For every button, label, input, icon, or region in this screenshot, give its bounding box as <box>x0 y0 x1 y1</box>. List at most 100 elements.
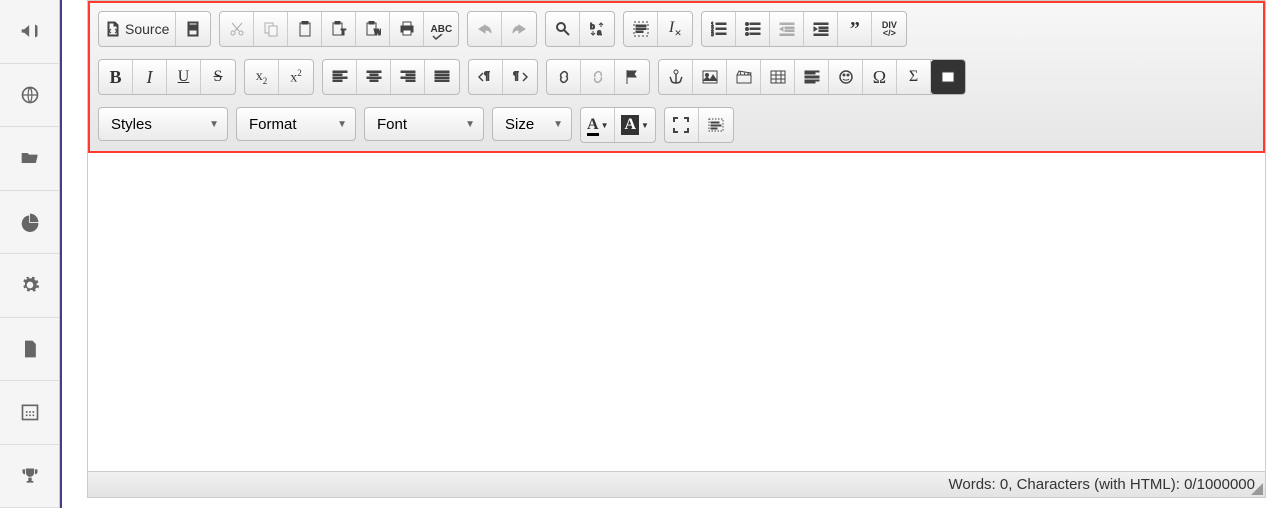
size-dropdown[interactable]: Size▼ <box>492 107 572 141</box>
paste-text-button[interactable]: T <box>322 12 356 46</box>
svg-text:¶: ¶ <box>513 70 519 82</box>
replace-button[interactable]: ba <box>580 12 614 46</box>
bg-color-button[interactable]: A▼ <box>615 108 654 142</box>
bold-button[interactable]: B <box>99 60 133 94</box>
trophy-icon <box>20 466 40 486</box>
omega-icon: Ω <box>873 67 886 88</box>
search-icon <box>555 21 571 37</box>
font-dropdown[interactable]: Font▼ <box>364 107 484 141</box>
anchor-button[interactable] <box>615 60 649 94</box>
show-blocks-button[interactable] <box>699 108 733 142</box>
paste-word-button[interactable]: W <box>356 12 390 46</box>
paste-word-icon: W <box>365 21 381 37</box>
rtl-button[interactable]: ¶ <box>503 60 537 94</box>
paste-button[interactable] <box>288 12 322 46</box>
copy-icon <box>263 21 279 37</box>
indent-button[interactable] <box>804 12 838 46</box>
blockquote-button[interactable]: ” <box>838 12 872 46</box>
special-char-button[interactable]: Ω <box>863 60 897 94</box>
anchor-icon <box>668 69 684 85</box>
find-button[interactable] <box>546 12 580 46</box>
smiley-button[interactable] <box>829 60 863 94</box>
table-button[interactable] <box>761 60 795 94</box>
print-button[interactable] <box>390 12 424 46</box>
unlink-button[interactable] <box>581 60 615 94</box>
sidebar-item-chart[interactable] <box>0 191 59 255</box>
unlink-icon <box>590 69 606 85</box>
div-container-button[interactable]: DIV</> <box>872 12 906 46</box>
superscript-button[interactable]: x2 <box>279 60 313 94</box>
svg-text:¶: ¶ <box>484 70 490 82</box>
sidebar-item-document[interactable] <box>0 318 59 382</box>
styles-dropdown[interactable]: Styles▼ <box>98 107 228 141</box>
text-color-button[interactable]: A▼ <box>581 108 615 142</box>
subscript-button[interactable]: x2 <box>245 60 279 94</box>
numbered-list-button[interactable]: 123 <box>702 12 736 46</box>
video-button[interactable] <box>727 60 761 94</box>
align-justify-button[interactable] <box>425 60 459 94</box>
paste-text-icon: T <box>331 21 347 37</box>
link-icon <box>556 69 572 85</box>
editor-content[interactable] <box>88 153 1265 471</box>
text-color-icon: A <box>587 116 599 134</box>
math-button[interactable]: Σ <box>897 60 931 94</box>
bg-color-icon: A <box>621 115 639 135</box>
sidebar-item-announce[interactable] <box>0 0 59 64</box>
new-page-button[interactable] <box>176 12 210 46</box>
cut-icon <box>229 21 245 37</box>
ul-icon <box>745 21 761 37</box>
ltr-icon: ¶ <box>478 69 494 85</box>
sidebar-item-trophy[interactable] <box>0 445 59 508</box>
link-button[interactable] <box>547 60 581 94</box>
hr-button[interactable] <box>795 60 829 94</box>
undo-button[interactable] <box>468 12 502 46</box>
cut-button[interactable] <box>220 12 254 46</box>
bullet-list-button[interactable] <box>736 12 770 46</box>
main-area: Source T W ABC ba I <box>60 0 1281 508</box>
maximize-button[interactable] <box>665 108 699 142</box>
div-icon: DIV</> <box>882 21 897 37</box>
editor: Source T W ABC ba I <box>87 0 1266 498</box>
source-button[interactable]: Source <box>99 12 176 46</box>
ltr-button[interactable]: ¶ <box>469 60 503 94</box>
svg-text:T: T <box>341 28 346 37</box>
spellcheck-icon: ABC <box>431 24 453 35</box>
select-all-button[interactable] <box>624 12 658 46</box>
image-icon <box>702 69 718 85</box>
sidebar-item-settings[interactable] <box>0 254 59 318</box>
remove-format-icon: I✕ <box>669 19 682 39</box>
select-all-icon <box>633 21 649 37</box>
folder-open-icon <box>20 148 40 168</box>
maximize-icon <box>673 117 689 133</box>
sidebar-item-globe[interactable] <box>0 64 59 128</box>
align-center-button[interactable] <box>357 60 391 94</box>
image-button[interactable] <box>693 60 727 94</box>
print-icon <box>399 21 415 37</box>
anchor-link-button[interactable] <box>659 60 693 94</box>
superscript-icon: x2 <box>290 68 302 87</box>
svg-text:a: a <box>597 28 602 37</box>
outdent-icon <box>779 21 795 37</box>
redo-icon <box>511 21 527 37</box>
italic-button[interactable]: I <box>133 60 167 94</box>
outdent-button[interactable] <box>770 12 804 46</box>
sidebar-item-folder[interactable] <box>0 127 59 191</box>
sidebar-item-calendar[interactable] <box>0 381 59 445</box>
svg-text:W: W <box>374 28 381 37</box>
align-left-button[interactable] <box>323 60 357 94</box>
resize-grip[interactable] <box>1251 483 1263 495</box>
strike-button[interactable]: S <box>201 60 235 94</box>
copy-button[interactable] <box>254 12 288 46</box>
remove-format-button[interactable]: I✕ <box>658 12 692 46</box>
svg-text:b: b <box>590 22 595 31</box>
underline-button[interactable]: U <box>167 60 201 94</box>
align-right-button[interactable] <box>391 60 425 94</box>
caret-icon: ▼ <box>465 119 475 130</box>
align-center-icon <box>366 69 382 85</box>
format-dropdown[interactable]: Format▼ <box>236 107 356 141</box>
spellcheck-button[interactable]: ABC <box>424 12 458 46</box>
smiley-icon <box>838 69 854 85</box>
redo-button[interactable] <box>502 12 536 46</box>
sidebar <box>0 0 60 508</box>
iframe-button[interactable] <box>931 60 965 94</box>
